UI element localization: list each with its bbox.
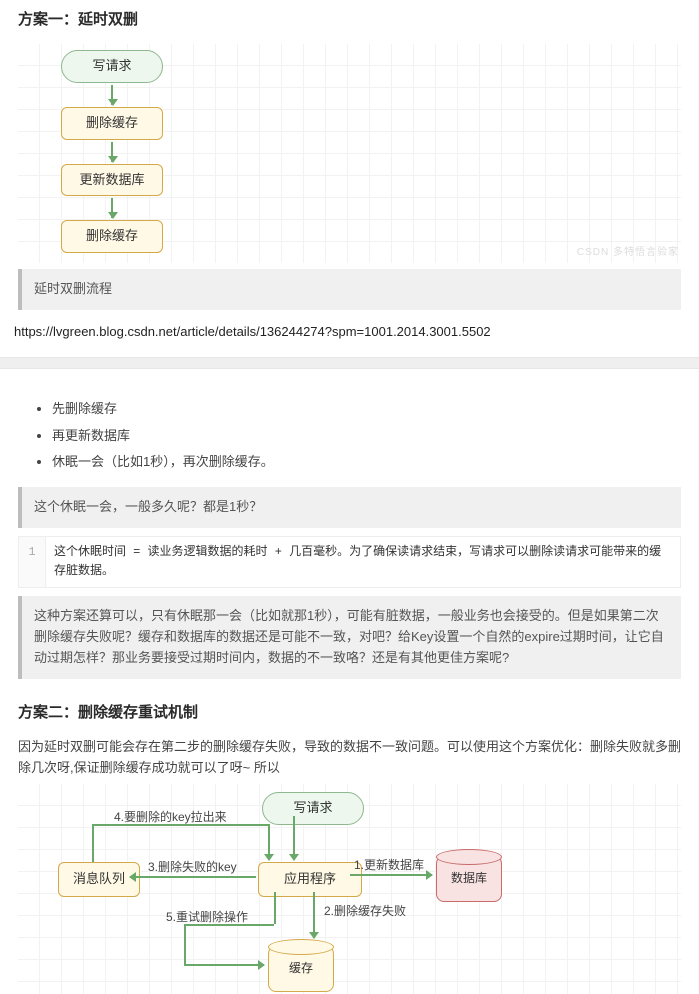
arrow-down-icon bbox=[111, 142, 113, 162]
list-item: 再更新数据库 bbox=[52, 426, 681, 447]
arrow-down-icon bbox=[111, 85, 113, 105]
edge-label-5: 5.重试删除操作 bbox=[166, 908, 248, 927]
flow-step-2: 更新数据库 bbox=[61, 164, 163, 197]
arrow-down-icon bbox=[268, 824, 270, 860]
arrow-segment bbox=[274, 892, 276, 924]
node-database: 数据库 bbox=[436, 854, 502, 902]
section1-title: 方案一：延时双删 bbox=[18, 8, 681, 32]
arrow-down-icon bbox=[313, 892, 315, 938]
arrow-down-icon bbox=[293, 816, 295, 860]
watermark-text: CSDN 多特悟言验家 bbox=[577, 245, 679, 261]
flow-start: 写请求 bbox=[61, 50, 163, 83]
cache-label: 缓存 bbox=[269, 959, 333, 978]
page-divider bbox=[0, 357, 699, 369]
callout-discussion: 这种方案还算可以，只有休眠那一会（比如就那1秒），可能有脏数据，一般业务也会接受… bbox=[18, 596, 681, 678]
steps-list: 先删除缓存 再更新数据库 休眠一会（比如1秒），再次删除缓存。 bbox=[18, 399, 681, 473]
edge-label-3: 3.删除失败的key bbox=[148, 858, 237, 877]
node-write-request: 写请求 bbox=[262, 792, 364, 825]
arrow-segment bbox=[184, 924, 186, 964]
flow-step-3: 删除缓存 bbox=[61, 220, 163, 253]
flow-step-1: 删除缓存 bbox=[61, 107, 163, 140]
node-message-queue: 消息队列 bbox=[58, 862, 140, 897]
code-gutter: 1 bbox=[19, 537, 46, 587]
node-cache: 缓存 bbox=[268, 944, 334, 992]
db-label: 数据库 bbox=[437, 869, 501, 888]
edge-label-2: 2.删除缓存失败 bbox=[324, 902, 406, 921]
section2-intro: 因为延时双删可能会存在第二步的删除缓存失败，导致的数据不一致问题。可以使用这个方… bbox=[18, 737, 681, 779]
flow-caption: 延时双删流程 bbox=[18, 269, 681, 310]
flowchart-2: 写请求 消息队列 应用程序 数据库 缓存 1.更新数据库 2.删除缓存失败 3.… bbox=[18, 784, 681, 994]
edge-label-1: 1.更新数据库 bbox=[354, 856, 424, 875]
source-url[interactable]: https://lvgreen.blog.csdn.net/article/de… bbox=[0, 316, 699, 357]
code-block: 1 这个休眠时间 = 读业务逻辑数据的耗时 + 几百毫秒。为了确保读请求结束，写… bbox=[18, 536, 681, 588]
flowchart-1: 写请求 删除缓存 更新数据库 删除缓存 CSDN 多特悟言验家 bbox=[18, 44, 681, 263]
list-item: 休眠一会（比如1秒），再次删除缓存。 bbox=[52, 452, 681, 473]
list-item: 先删除缓存 bbox=[52, 399, 681, 420]
arrow-down-icon bbox=[111, 198, 113, 218]
code-line: 这个休眠时间 = 读业务逻辑数据的耗时 + 几百毫秒。为了确保读请求结束，写请求… bbox=[46, 537, 680, 587]
arrow-segment bbox=[92, 824, 94, 862]
section2-title: 方案二：删除缓存重试机制 bbox=[18, 701, 681, 725]
arrow-right-icon bbox=[184, 964, 264, 966]
callout-sleep-question: 这个休眠一会，一般多久呢？都是1秒？ bbox=[18, 487, 681, 528]
